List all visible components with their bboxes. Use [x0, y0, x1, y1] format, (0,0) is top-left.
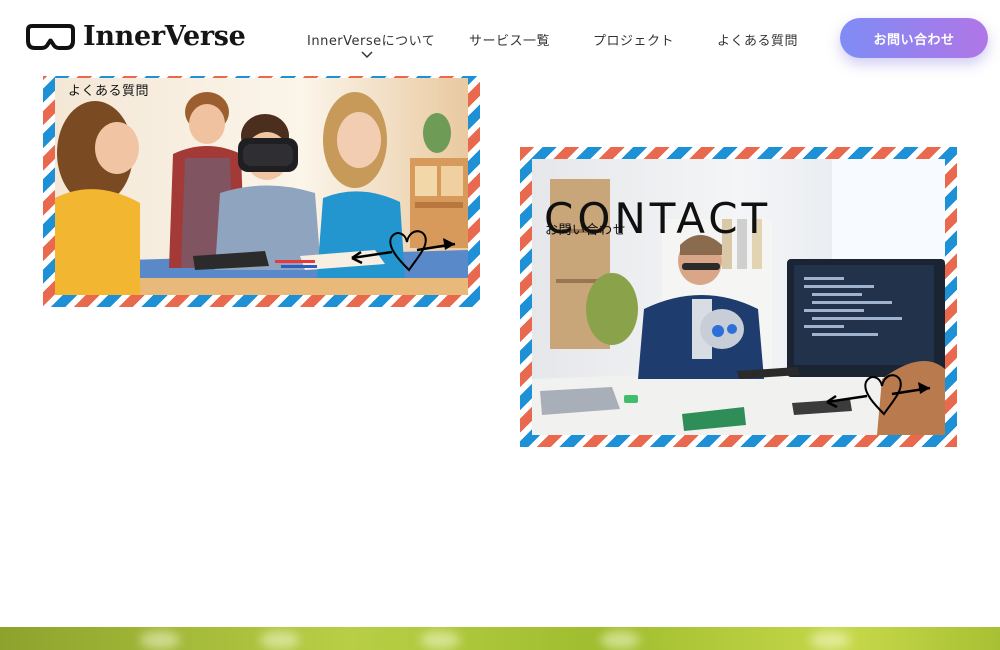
faq-card[interactable]: よくある質問 [43, 66, 480, 307]
logo-text: InnerVerse [83, 21, 246, 52]
site-header: InnerVerse InnerVerseについて サービス一覧 プロジェクト … [0, 0, 1000, 76]
footer-background-image [0, 627, 1000, 650]
nav-item-services[interactable]: サービス一覧 [469, 30, 550, 49]
contact-card-subtitle: お問い合わせ [545, 223, 627, 238]
heart-arrow-icon [826, 374, 931, 416]
faq-card-image: よくある質問 [55, 78, 468, 295]
vr-headset-icon [26, 24, 75, 50]
nav-item-faq[interactable]: よくある質問 [717, 30, 798, 49]
logo-link[interactable]: InnerVerse [26, 21, 246, 53]
contact-card[interactable]: CONTACT お問い合わせ [520, 147, 957, 447]
heart-arrow-icon [351, 230, 456, 272]
chevron-down-icon[interactable] [360, 50, 374, 59]
contact-button[interactable]: お問い合わせ [840, 18, 988, 58]
faq-card-label: よくある質問 [68, 84, 150, 99]
nav-item-projects[interactable]: プロジェクト [593, 30, 674, 49]
contact-card-image: CONTACT お問い合わせ [532, 159, 945, 435]
nav-item-about[interactable]: InnerVerseについて [307, 30, 435, 49]
